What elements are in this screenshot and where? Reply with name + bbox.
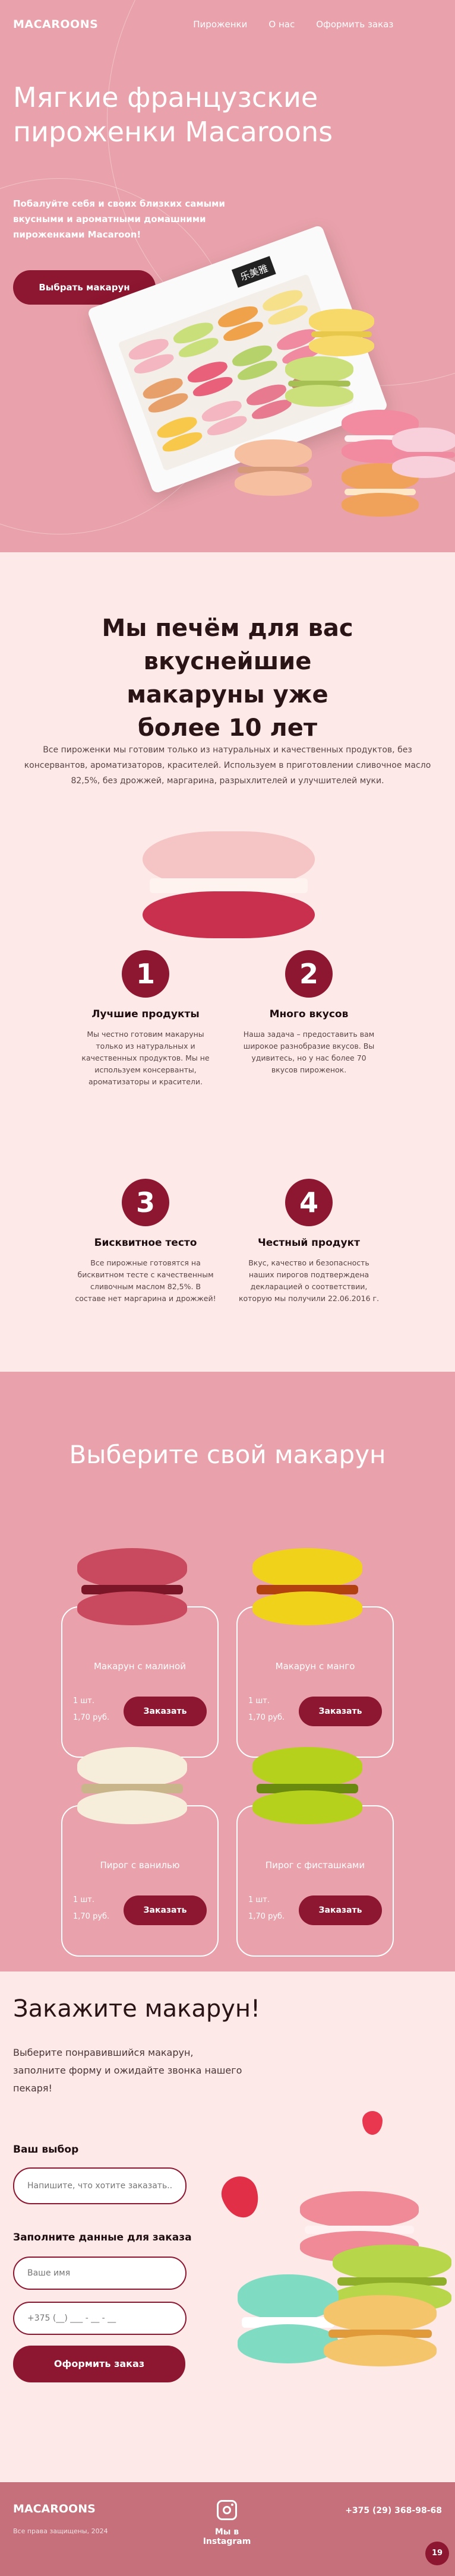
catalog-section: Выберите свой макарун Макарун с малиной … bbox=[0, 1372, 455, 1971]
nav-link-about[interactable]: О нас bbox=[268, 19, 295, 30]
site-logo[interactable]: MACAROONS bbox=[13, 18, 98, 31]
feature-number: 4 bbox=[285, 1179, 333, 1226]
phone-input[interactable] bbox=[13, 2302, 187, 2335]
product-card: Макарун с малиной 1 шт. 1,70 руб. Заказа… bbox=[61, 1548, 219, 1758]
macaron-image bbox=[77, 1548, 187, 1625]
catalog-title: Выберите свой макарун bbox=[69, 1440, 386, 1469]
nav-link-pastries[interactable]: Пироженки bbox=[193, 19, 247, 30]
instagram-label: Мы в Instagram bbox=[203, 2527, 251, 2546]
order-button[interactable]: Заказать bbox=[124, 1895, 207, 1925]
product-card: Макарун с манго 1 шт. 1,70 руб. Заказать bbox=[236, 1548, 394, 1758]
macaron-image bbox=[235, 439, 312, 496]
footer: MACAROONS Все права защищены, 2024 Мы в … bbox=[0, 2482, 455, 2576]
about-text: Все пироженки мы готовим только из натур… bbox=[24, 745, 431, 786]
macaron-image bbox=[285, 356, 353, 407]
product-name: Макарун с манго bbox=[275, 1661, 355, 1672]
feature-title: Лучшие продукты bbox=[91, 1008, 200, 1020]
feature-card: 3 Бисквитное тесто Все пирожные готовятс… bbox=[74, 1179, 217, 1305]
order-button[interactable]: Заказать bbox=[124, 1697, 207, 1726]
product-price: 1,70 руб. bbox=[248, 1713, 285, 1722]
choice-input[interactable] bbox=[13, 2167, 187, 2204]
product-card: Пирог с ванилью 1 шт. 1,70 руб. Заказать bbox=[61, 1747, 219, 1957]
product-name: Пирог с ванилью bbox=[100, 1860, 180, 1871]
submit-order-button[interactable]: Оформить заказ bbox=[13, 2346, 185, 2382]
hero-title: Мягкие французские пироженки Macaroons bbox=[13, 81, 333, 148]
feature-card: 4 Честный продукт Вкус, качество и безоп… bbox=[238, 1179, 380, 1305]
order-section: Закажите макарун! Выберите понравившийся… bbox=[0, 1971, 455, 2482]
feature-text: Мы честно готовим макаруны только из нат… bbox=[81, 1030, 210, 1086]
hero-section: MACAROONS Пироженки О нас Оформить заказ… bbox=[0, 0, 455, 552]
box-label: 乐美雅 bbox=[231, 256, 276, 288]
contacts-label: Заполните данные для заказа bbox=[13, 2232, 192, 2243]
feature-card: 1 Лучшие продукты Мы честно готовим мака… bbox=[74, 950, 217, 1088]
nav-link-order[interactable]: Оформить заказ bbox=[316, 19, 393, 30]
order-desc: Выберите понравившийся макарун, заполнит… bbox=[13, 2047, 242, 2094]
feature-text: Все пирожные готовятся на бисквитном тес… bbox=[75, 1258, 216, 1303]
macaron-image bbox=[77, 1747, 187, 1824]
product-name: Макарун с малиной bbox=[94, 1661, 186, 1672]
nav-links: Пироженки О нас Оформить заказ bbox=[193, 19, 393, 30]
order-button[interactable]: Заказать bbox=[299, 1895, 382, 1925]
instagram-link[interactable]: Мы в Instagram bbox=[191, 2500, 263, 2546]
name-input[interactable] bbox=[13, 2257, 187, 2290]
order-button[interactable]: Заказать bbox=[299, 1697, 382, 1726]
product-price: 1,70 руб. bbox=[248, 1912, 285, 1921]
copyright: Все права защищены, 2024 bbox=[13, 2527, 108, 2535]
product-price: 1,70 руб. bbox=[73, 1912, 110, 1921]
feature-text: Вкус, качество и безопасность наших пиро… bbox=[238, 1258, 380, 1303]
feature-card: 2 Много вкусов Наша задача – предоставит… bbox=[238, 950, 380, 1076]
choice-label: Ваш выбор bbox=[13, 2144, 79, 2156]
instagram-icon bbox=[217, 2500, 237, 2520]
strawberry-image bbox=[216, 2171, 265, 2223]
notification-badge[interactable]: 19 bbox=[425, 2542, 449, 2565]
macaron-image bbox=[252, 1747, 362, 1824]
about-title: Мы печём для вас вкуснейшие макаруны уже… bbox=[102, 615, 353, 742]
raspberry-macaron-image bbox=[143, 831, 315, 938]
feature-number: 3 bbox=[122, 1179, 169, 1226]
feature-text: Наша задача – предоставить вам широкое р… bbox=[243, 1030, 375, 1074]
hero-lead: Побалуйте себя и своих близких самыми вк… bbox=[13, 198, 225, 240]
product-qty: 1 шт. bbox=[73, 1895, 95, 1904]
strawberry-image bbox=[362, 2111, 383, 2135]
product-qty: 1 шт. bbox=[73, 1697, 95, 1705]
feature-title: Честный продукт bbox=[258, 1237, 360, 1249]
feature-title: Много вкусов bbox=[269, 1008, 349, 1020]
product-name: Пирог с фисташками bbox=[265, 1860, 365, 1871]
macaron-image bbox=[309, 309, 374, 356]
feature-number: 1 bbox=[122, 950, 169, 998]
product-card: Пирог с фисташками 1 шт. 1,70 руб. Заказ… bbox=[236, 1747, 394, 1957]
product-qty: 1 шт. bbox=[248, 1895, 270, 1904]
order-title: Закажите макарун! bbox=[13, 1995, 261, 2023]
product-qty: 1 шт. bbox=[248, 1697, 270, 1705]
footer-logo[interactable]: MACAROONS bbox=[13, 2502, 96, 2515]
macaron-image bbox=[392, 428, 455, 478]
macaron-image bbox=[324, 2295, 437, 2366]
footer-phone[interactable]: +375 (29) 368-98-68 bbox=[345, 2506, 442, 2515]
about-section: Мы печём для вас вкуснейшие макаруны уже… bbox=[0, 552, 455, 1372]
feature-title: Бисквитное тесто bbox=[94, 1237, 197, 1249]
macaron-image bbox=[252, 1548, 362, 1625]
top-nav: MACAROONS Пироженки О нас Оформить заказ bbox=[13, 18, 442, 31]
product-price: 1,70 руб. bbox=[73, 1713, 110, 1722]
feature-number: 2 bbox=[285, 950, 333, 998]
